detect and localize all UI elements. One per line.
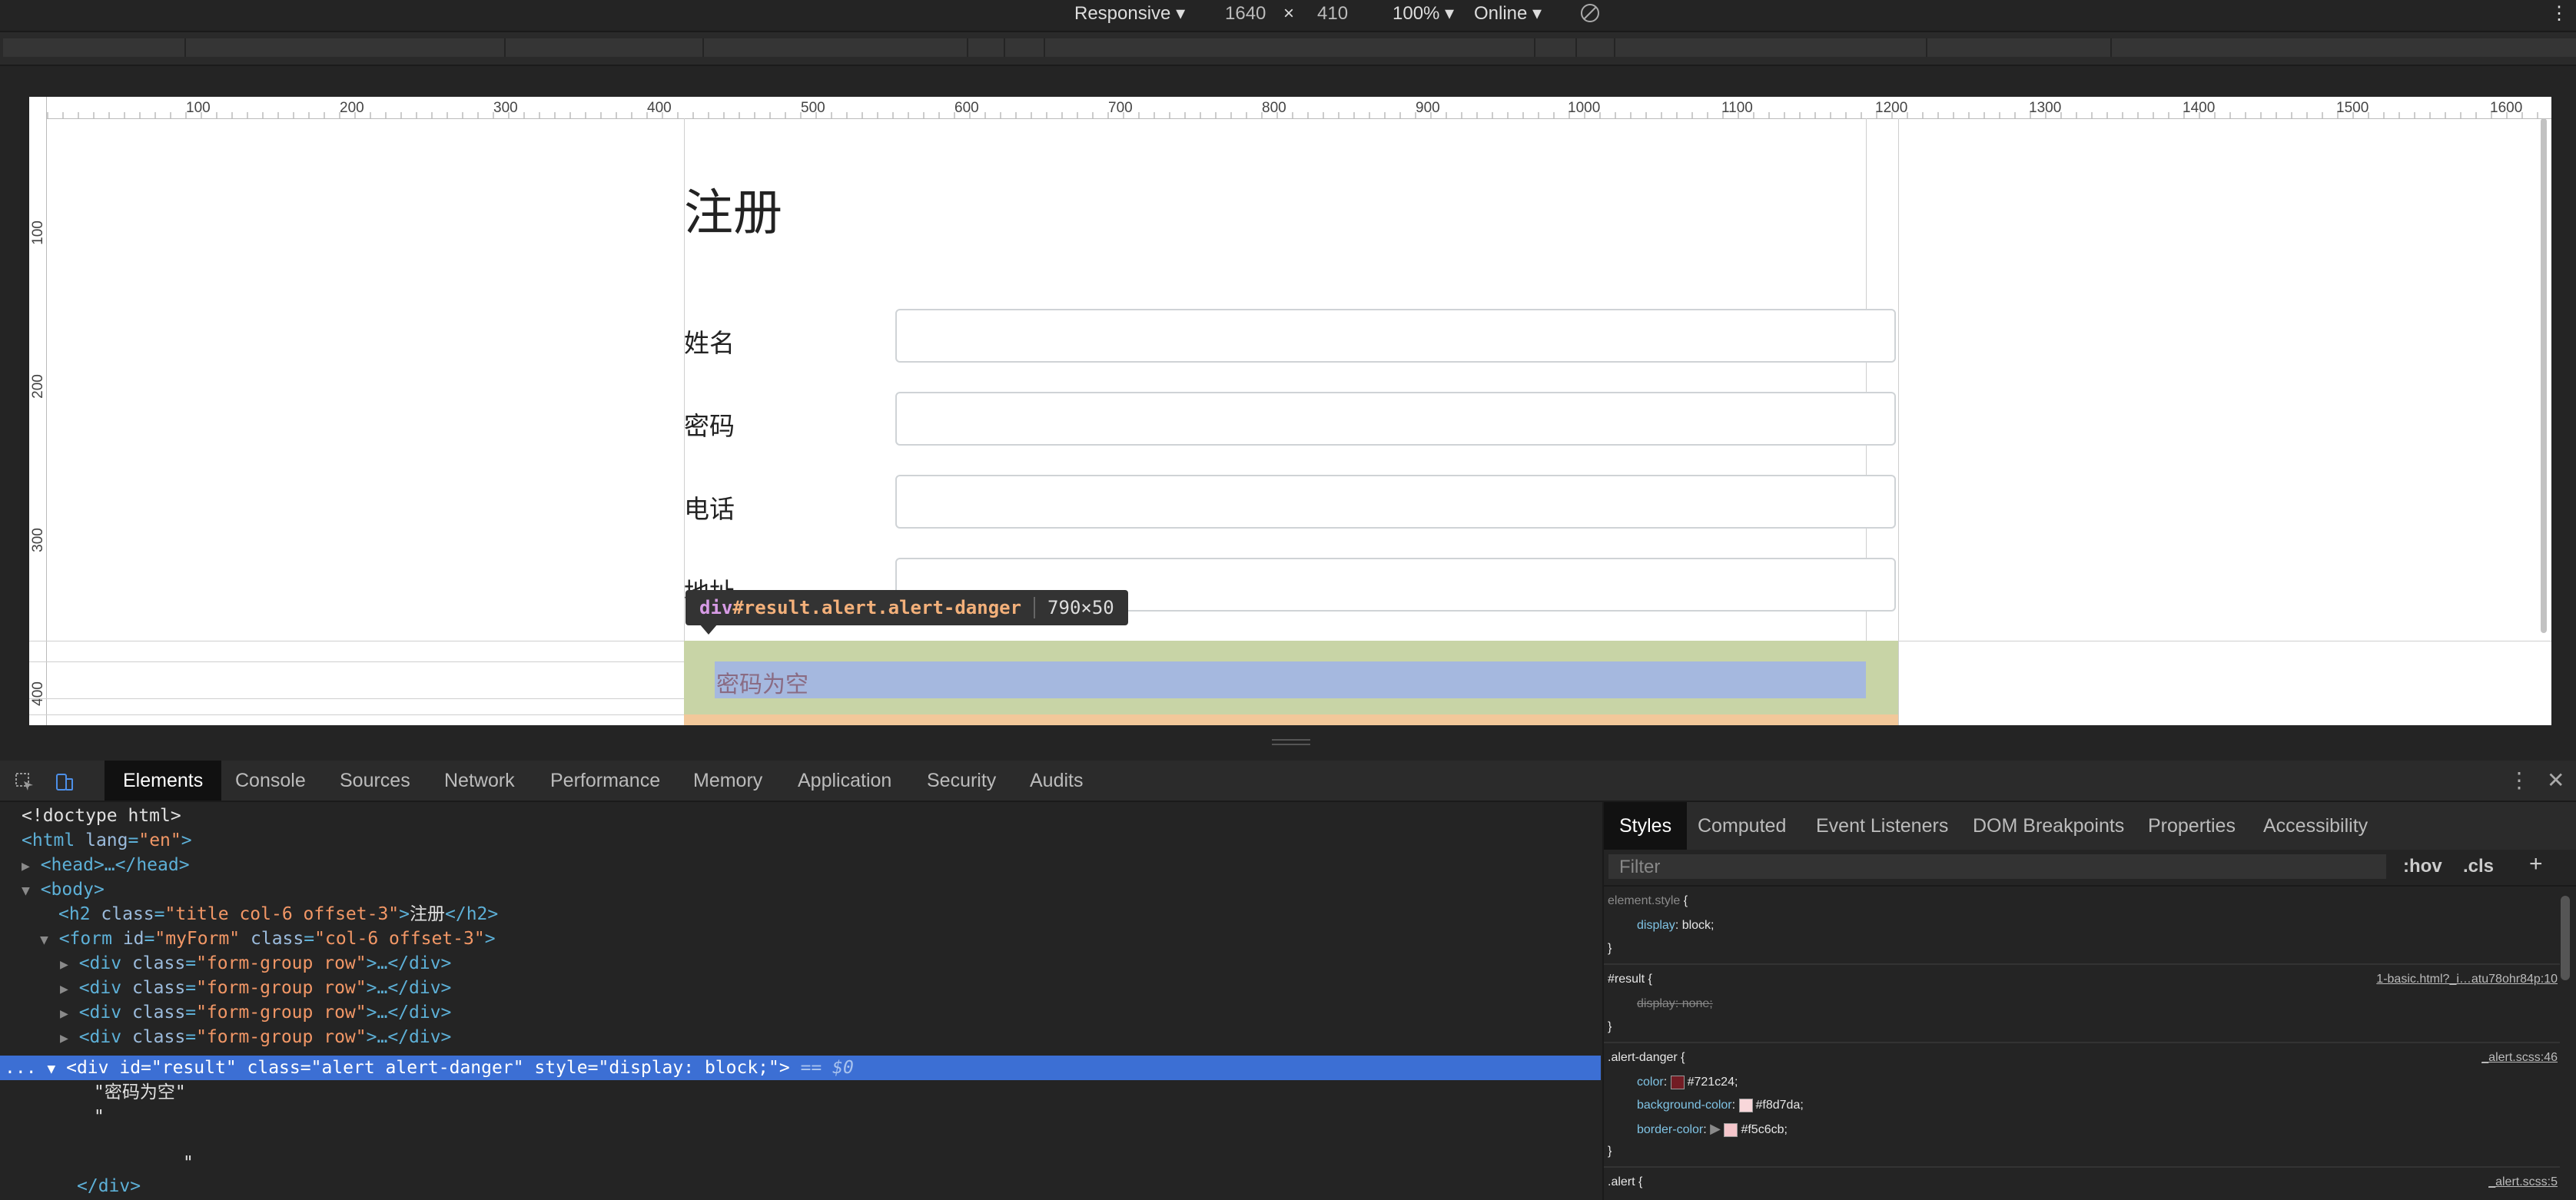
hov-toggle[interactable]: :hov [2403,856,2442,877]
inspect-element-icon[interactable] [14,761,35,801]
times-sign: × [1283,3,1295,24]
tab-elements[interactable]: Elements [105,761,222,801]
sidebar-tabbar: Styles Computed Event Listeners DOM Brea… [1604,802,2576,851]
inspect-tooltip: div#result.alert.alert-danger 790×50 [685,590,1128,625]
password-label: 密码 [684,412,735,440]
rule-alert-danger[interactable]: .alert-danger {_alert.scss:46 [1608,1046,2558,1069]
name-input[interactable] [895,309,1896,363]
tab-application[interactable]: Application [798,761,891,801]
tree-form-row[interactable]: ▶ <div class="form-group row">…</div> [60,976,451,1000]
tree-div-close[interactable]: </div> [77,1174,141,1198]
color-swatch[interactable] [1724,1122,1738,1137]
style-declaration[interactable]: color: #721c24; [1637,1071,1738,1094]
rule-element-style[interactable]: element.style { [1608,890,1688,913]
name-label: 姓名 [684,329,735,357]
styles-scrollbar[interactable] [2561,896,2570,980]
tab-accessibility[interactable]: Accessibility [2263,802,2368,850]
tree-html[interactable]: <html lang="en"> [22,828,192,853]
ruler-horizontal: 100 200 300 400 500 600 700 800 900 1000… [31,97,2551,119]
tree-doctype[interactable]: <!doctype html> [22,804,181,828]
device-select[interactable]: Responsive ▾ [1074,0,1185,29]
device-toolbar: Responsive ▾ 1640 × 410 100% ▾ Online ▾ … [0,0,2576,32]
highlight-margin-overlay [684,714,1898,725]
viewport-height-input[interactable]: 410 [1317,0,1348,29]
tree-text-node[interactable]: " [94,1105,105,1129]
device-more-icon[interactable]: ⋮ [2550,0,2568,29]
styles-filter-input[interactable]: Filter [1608,854,2386,879]
tab-memory[interactable]: Memory [693,761,762,801]
rule-result[interactable]: #result {1-basic.html?_i…atu78ohr84p:10 [1608,968,2558,991]
tab-audits[interactable]: Audits [1030,761,1083,801]
cls-toggle[interactable]: .cls [2463,856,2494,877]
media-query-bar[interactable] [0,32,2576,66]
guide-line [29,661,684,662]
new-rule-button[interactable]: + [2529,851,2543,877]
phone-input[interactable] [895,475,1896,529]
tree-text-node[interactable]: " [183,1151,194,1175]
tree-form[interactable]: ▼ <form id="myForm" class="col-6 offset-… [40,927,496,951]
color-swatch[interactable] [1738,1098,1753,1112]
tab-event-listeners[interactable]: Event Listeners [1816,802,1948,850]
throttle-select[interactable]: Online ▾ [1474,0,1542,29]
tab-security[interactable]: Security [927,761,996,801]
page-title: 注册 [684,185,782,240]
zoom-select[interactable]: 100% ▾ [1393,0,1454,29]
password-input[interactable] [895,392,1896,446]
tree-form-row[interactable]: ▶ <div class="form-group row">…</div> [60,1000,451,1025]
elements-tree: <!doctype html> <html lang="en"> ▶ <head… [0,802,1601,1200]
tree-h2[interactable]: <h2 class="title col-6 offset-3">注册</h2> [58,902,498,927]
tab-styles[interactable]: Styles [1604,802,1688,850]
rotate-icon[interactable] [1578,2,1602,31]
rule-source-link[interactable]: _alert.scss:5 [2488,1171,2558,1194]
tooltip-arrow [699,624,718,635]
tree-text-node[interactable]: "密码为空" [94,1080,186,1105]
viewport-width-input[interactable]: 1640 [1225,0,1266,29]
style-declaration[interactable]: background-color: #f8d7da; [1637,1094,1804,1117]
rule-source-link[interactable]: 1-basic.html?_i…atu78ohr84p:10 [2376,968,2558,991]
tree-head[interactable]: ▶ <head>…</head> [22,853,190,877]
tab-dom-breakpoints[interactable]: DOM Breakpoints [1973,802,2124,850]
highlight-content-overlay [715,661,1866,698]
tab-sources[interactable]: Sources [340,761,410,801]
phone-label: 电话 [684,495,735,523]
tree-form-row[interactable]: ▶ <div class="form-group row">…</div> [60,1025,451,1049]
guide-line [29,714,684,715]
close-devtools-icon[interactable]: ✕ [2547,761,2564,801]
resize-handle[interactable] [1272,739,1310,745]
tree-selected-node[interactable]: ... ▼ <div id="result" class="alert aler… [0,1056,1601,1080]
tab-console[interactable]: Console [235,761,306,801]
ruler-vertical: 100 200 300 400 [29,97,47,725]
guide-line [29,698,684,699]
alert-message: 密码为空 [716,672,808,698]
style-declaration[interactable]: display: none; [1637,993,1713,1016]
style-declaration[interactable]: display: block; [1637,914,1715,937]
styles-filter-bar: Filter :hov .cls + [1604,850,2576,887]
tab-network[interactable]: Network [444,761,515,801]
viewport-scrollbar[interactable] [2541,118,2547,633]
devtools-tabbar: Elements Console Sources Network Perform… [0,761,2576,802]
device-toggle-icon[interactable] [54,761,75,801]
tab-performance[interactable]: Performance [550,761,660,801]
devtools-menu-icon[interactable]: ⋮ [2508,761,2530,801]
tab-properties[interactable]: Properties [2148,802,2236,850]
tab-computed[interactable]: Computed [1698,802,1786,850]
tree-body[interactable]: ▼ <body> [22,877,105,902]
rule-alert[interactable]: .alert {_alert.scss:5 [1608,1171,2558,1194]
guide-line [1898,118,1899,725]
rule-source-link[interactable]: _alert.scss:46 [2481,1046,2558,1069]
tree-form-row[interactable]: ▶ <div class="form-group row">…</div> [60,951,451,976]
style-declaration[interactable]: border-color: ▶ #f5c6cb; [1637,1117,1788,1140]
color-swatch[interactable] [1670,1075,1685,1089]
